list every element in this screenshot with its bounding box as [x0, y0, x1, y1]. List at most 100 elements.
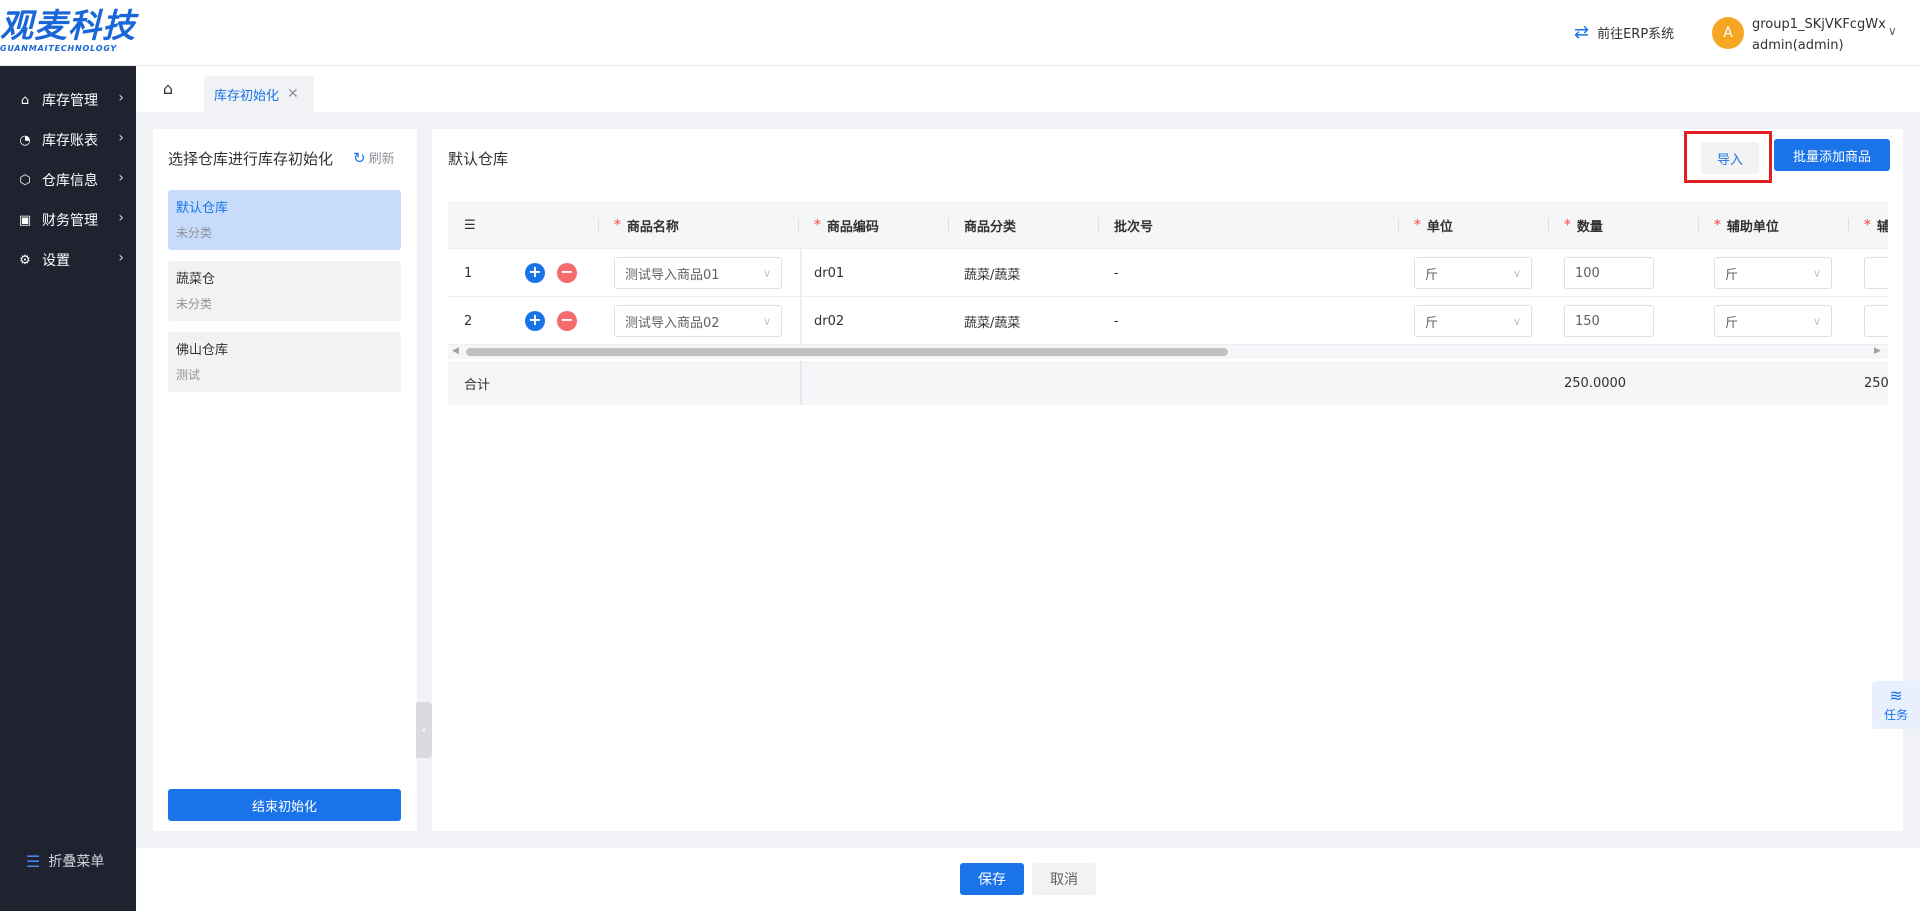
refresh-label: 刷新 [368, 152, 395, 167]
table-row: 1 + − 测试导入商品01 ∨ dr01 蔬菜/蔬菜 - 斤 ∨ 100 斤 … [448, 249, 1888, 297]
column-aux-partial: * 辅 [1864, 201, 1888, 249]
column-label: 单位 [1426, 219, 1453, 235]
quantity-total: 250.0000 [1564, 375, 1627, 391]
column-divider [948, 218, 949, 232]
required-mark: * [1714, 217, 1721, 233]
aux-partial-input[interactable] [1864, 305, 1888, 337]
warehouse-category: 测试 [176, 368, 201, 382]
save-button[interactable]: 保存 [960, 863, 1024, 895]
add-row-button[interactable]: + [525, 297, 545, 345]
aux-partial-input[interactable] [1864, 257, 1888, 289]
chevron-down-icon[interactable]: ∨ [1888, 24, 1897, 38]
panel-title: 选择仓库进行库存初始化 [168, 150, 334, 168]
sidebar-item-warehouse-info[interactable]: ⬡ 仓库信息 › [0, 160, 136, 200]
scroll-right-icon[interactable]: ▶ [1874, 346, 1881, 356]
erp-system-link[interactable]: ⇄ 前往ERP系统 [1574, 22, 1674, 43]
refresh-button[interactable]: ↻ 刷新 [353, 148, 395, 168]
aux-unit-select[interactable]: 斤 ∨ [1714, 305, 1832, 337]
select-value: 斤 [1725, 267, 1739, 283]
warehouse-card-foshan[interactable]: 佛山仓库 测试 [168, 332, 401, 392]
batch-no: - [1114, 265, 1119, 281]
column-aux-unit: * 辅助单位 [1714, 201, 1779, 249]
chevron-right-icon: › [118, 170, 124, 186]
required-mark: * [1564, 217, 1571, 233]
user-info[interactable]: group1_SKjVKFcgWx admin(admin) [1752, 14, 1886, 56]
sidebar-item-inventory-report[interactable]: ◔ 库存账表 › [0, 120, 136, 160]
warehouse-name: 蔬菜仓 [176, 272, 216, 287]
layers-icon: ≋ [1889, 685, 1903, 705]
sidebar-item-finance[interactable]: ▣ 财务管理 › [0, 200, 136, 240]
unit-select[interactable]: 斤 ∨ [1414, 305, 1532, 337]
product-code: dr01 [814, 265, 845, 281]
sidebar: ⌂ 库存管理 › ◔ 库存账表 › ⬡ 仓库信息 › ▣ 财务管理 › ⚙ 设置… [0, 66, 136, 911]
chevron-right-icon: › [118, 90, 124, 106]
add-row-button[interactable]: + [525, 249, 545, 297]
chevron-right-icon: › [118, 250, 124, 266]
select-value: 斤 [1425, 267, 1439, 283]
finish-init-button[interactable]: 结束初始化 [168, 789, 401, 821]
batch-add-products-button[interactable]: 批量添加商品 [1774, 139, 1890, 171]
table-row: 2 + − 测试导入商品02 ∨ dr02 蔬菜/蔬菜 - 斤 ∨ 150 斤 … [448, 297, 1888, 345]
cancel-button[interactable]: 取消 [1032, 863, 1096, 895]
product-name-select[interactable]: 测试导入商品02 ∨ [614, 305, 782, 337]
fold-menu-button[interactable]: ☰ 折叠菜单 [26, 851, 104, 871]
switch-icon: ⇄ [1574, 22, 1590, 43]
product-category: 蔬菜/蔬菜 [964, 267, 1021, 283]
tab-label: 库存初始化 [214, 88, 280, 104]
product-name-select[interactable]: 测试导入商品01 ∨ [614, 257, 782, 289]
warehouse-name: 佛山仓库 [176, 343, 229, 358]
horizontal-scrollbar[interactable]: ◀ ▶ [448, 345, 1888, 359]
sidebar-item-settings[interactable]: ⚙ 设置 › [0, 240, 136, 280]
column-label: 辅 [1876, 219, 1888, 235]
warehouse-title: 默认仓库 [448, 150, 509, 168]
column-settings-icon[interactable]: ☰ [464, 201, 476, 249]
chevron-down-icon: ∨ [1812, 266, 1821, 280]
import-button[interactable]: 导入 [1701, 142, 1759, 174]
sidebar-item-label: 库存账表 [42, 133, 98, 149]
warehouse-card-default[interactable]: 默认仓库 未分类 [168, 190, 401, 250]
minus-icon: − [557, 311, 577, 331]
fold-menu-label: 折叠菜单 [48, 854, 105, 870]
aux-unit-select[interactable]: 斤 ∨ [1714, 257, 1832, 289]
brand-logo[interactable]: 观麦科技 GUANMAITECHNOLOGY [0, 8, 140, 56]
fixed-column-divider [800, 361, 802, 405]
warehouse-category: 未分类 [176, 297, 213, 311]
aux-total-partial: 250. [1864, 375, 1888, 391]
quantity-input[interactable] [1564, 257, 1654, 289]
home-icon: ⌂ [20, 92, 30, 108]
warehouse-name: 默认仓库 [176, 201, 229, 216]
pie-chart-icon: ◔ [19, 132, 31, 148]
cube-icon: ⬡ [19, 172, 31, 188]
warehouse-card-vegetable[interactable]: 蔬菜仓 未分类 [168, 261, 401, 321]
select-value: 斤 [1425, 315, 1439, 331]
row-index: 1 [464, 265, 473, 281]
unit-select[interactable]: 斤 ∨ [1414, 257, 1532, 289]
warehouse-category: 未分类 [176, 226, 213, 240]
column-label: 商品名称 [626, 219, 679, 235]
collapse-panel-handle[interactable]: ‹ [416, 702, 432, 758]
quantity-input[interactable] [1564, 305, 1654, 337]
tab-inventory-init[interactable]: 库存初始化 ✕ [204, 76, 314, 112]
sidebar-item-label: 设置 [42, 253, 70, 269]
warehouse-select-panel: 选择仓库进行库存初始化 ↻ 刷新 默认仓库 未分类 蔬菜仓 未分类 佛山仓库 测… [153, 129, 417, 831]
column-quantity: * 数量 [1564, 201, 1603, 249]
batch-no: - [1114, 313, 1119, 329]
import-highlight-box: 导入 [1684, 131, 1772, 183]
product-category: 蔬菜/蔬菜 [964, 315, 1021, 331]
scrollbar-thumb[interactable] [466, 348, 1228, 356]
remove-row-button[interactable]: − [557, 249, 577, 297]
chevron-down-icon: ∨ [762, 266, 771, 280]
column-divider [598, 218, 599, 232]
plus-icon: + [525, 263, 545, 283]
column-product-code: * 商品编码 [814, 201, 879, 249]
avatar[interactable]: A [1712, 17, 1744, 49]
task-float-button[interactable]: ≋ 任务 [1872, 681, 1920, 729]
close-icon[interactable]: ✕ [287, 86, 299, 102]
sidebar-item-label: 库存管理 [42, 93, 98, 109]
remove-row-button[interactable]: − [557, 297, 577, 345]
sidebar-item-inventory[interactable]: ⌂ 库存管理 › [0, 80, 136, 120]
scroll-left-icon[interactable]: ◀ [452, 346, 459, 356]
chevron-down-icon: ∨ [1512, 266, 1521, 280]
home-icon[interactable]: ⌂ [158, 78, 178, 98]
column-batch-no: 批次号 [1114, 201, 1153, 249]
